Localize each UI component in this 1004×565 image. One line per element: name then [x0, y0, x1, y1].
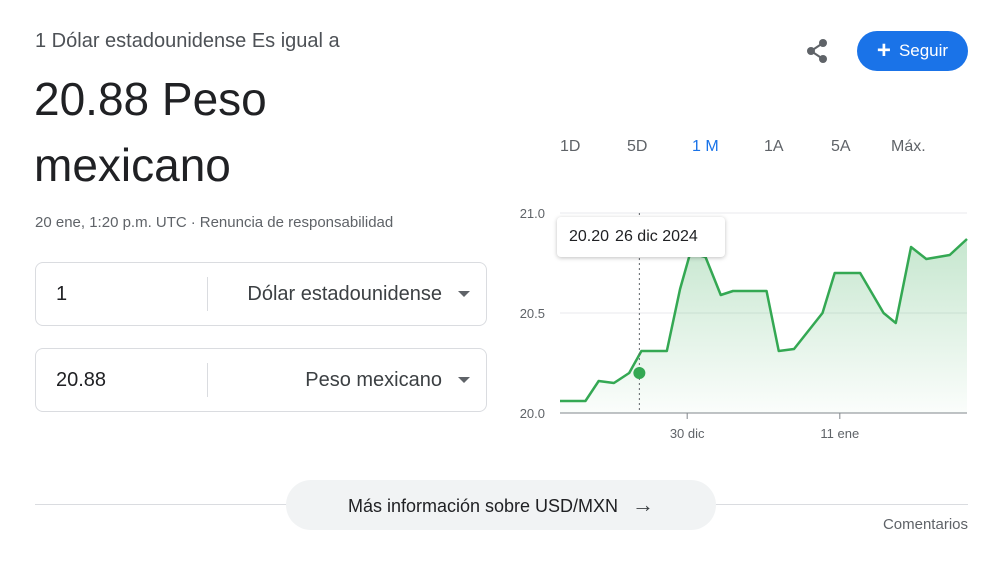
range-tab[interactable]: 5A — [831, 138, 851, 156]
hover-point — [633, 367, 646, 379]
x-tick-label: 30 dic — [670, 426, 705, 441]
range-tab[interactable]: 1D — [560, 138, 580, 156]
tooltip-date: 26 dic 2024 — [615, 228, 698, 245]
from-currency-box: 1 Dólar estadounidense — [35, 262, 487, 326]
from-amount-input[interactable]: 1 — [56, 263, 67, 325]
to-currency-select[interactable]: Peso mexicano — [305, 349, 442, 411]
conversion-result: 20.88 Peso mexicano — [34, 66, 454, 198]
arrow-right-icon: → — [632, 492, 655, 517]
conversion-subtitle: 1 Dólar estadounidense Es igual a — [35, 30, 340, 52]
more-info-button[interactable]: Más información sobre USD/MXN → — [286, 480, 716, 530]
follow-label: Seguir — [898, 41, 949, 60]
range-tab[interactable]: 5D — [627, 138, 647, 156]
timestamp-line: 20 ene, 1:20 p.m. UTC · Renuncia de respon… — [35, 214, 393, 231]
chevron-down-icon[interactable] — [458, 291, 470, 297]
range-tab[interactable]: 1A — [764, 138, 784, 156]
y-tick-label: 20.5 — [520, 306, 545, 321]
divider — [207, 363, 208, 397]
x-tick-label: 11 ene — [820, 426, 859, 441]
result-line-2: mexicano — [34, 139, 231, 191]
chart-tooltip: 20.20 26 dic 2024 — [557, 217, 725, 257]
y-tick-label: 20.0 — [520, 406, 545, 421]
separator: · — [190, 214, 196, 231]
result-line-1: 20.88 Peso — [34, 73, 267, 125]
range-tab[interactable]: 1 M — [692, 138, 719, 156]
from-currency-select[interactable]: Dólar estadounidense — [247, 263, 442, 325]
range-tabs: 1D 5D 1 M 1A 5A Máx. — [550, 138, 960, 160]
range-tab[interactable]: Máx. — [891, 138, 926, 156]
to-currency-box: 20.88 Peso mexicano — [35, 348, 487, 412]
y-tick-label: 21.0 — [520, 206, 545, 221]
to-amount-input[interactable]: 20.88 — [56, 349, 106, 411]
share-icon[interactable] — [801, 35, 833, 67]
series-area — [560, 239, 967, 413]
tooltip-value: 20.20 — [569, 228, 610, 245]
disclaimer-link[interactable]: Renuncia de responsabilidad — [200, 214, 393, 231]
chevron-down-icon[interactable] — [458, 377, 470, 383]
timestamp: 20 ene, 1:20 p.m. UTC — [35, 214, 187, 231]
follow-button[interactable]: + Seguir — [857, 31, 968, 71]
feedback-link[interactable]: Comentarios — [883, 516, 968, 533]
divider — [207, 277, 208, 311]
plus-icon: + — [876, 37, 891, 64]
more-info-label: Más información sobre USD/MXN — [347, 496, 619, 516]
